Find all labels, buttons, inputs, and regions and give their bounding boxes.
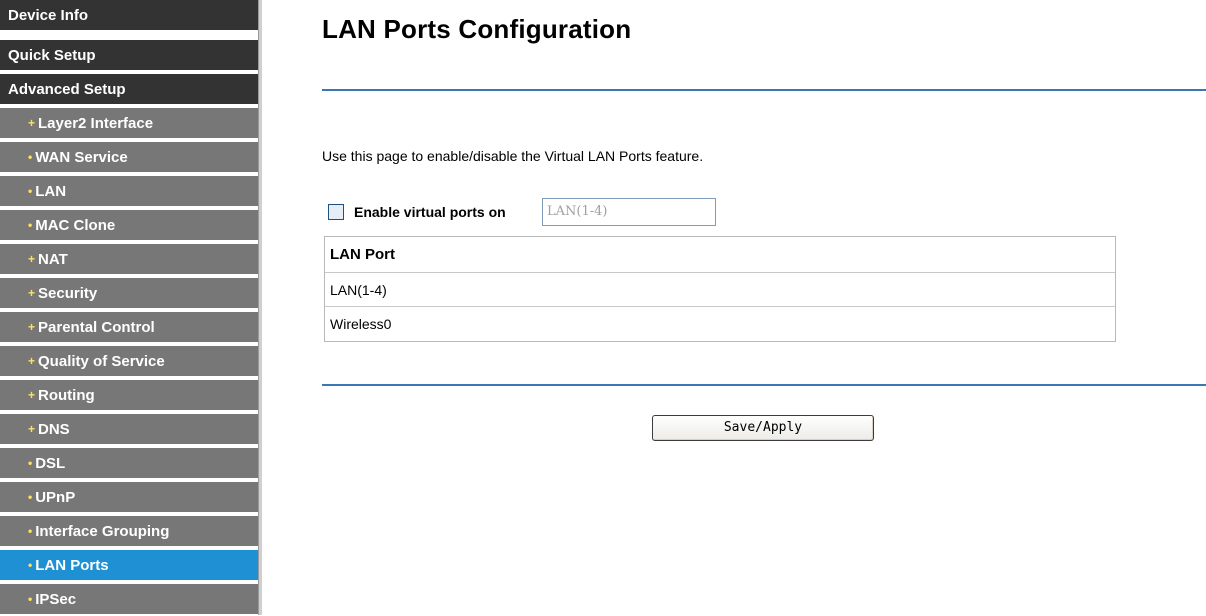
nav-nat[interactable]: + NAT [0, 244, 258, 276]
nav-quality-of-service[interactable]: + Quality of Service [0, 346, 258, 378]
plus-icon: + [28, 286, 36, 300]
nav-label: MAC Clone [35, 217, 116, 234]
nav-label: NAT [38, 251, 68, 268]
bullet-icon: • [28, 218, 33, 232]
enable-virtual-ports-checkbox[interactable] [328, 204, 344, 220]
bullet-icon: • [28, 524, 33, 538]
nav-routing[interactable]: + Routing [0, 380, 258, 412]
nav-label: UPnP [35, 489, 76, 506]
nav-wan-service[interactable]: • WAN Service [0, 142, 258, 174]
enable-virtual-ports-label: Enable virtual ports on [354, 204, 506, 220]
bullet-icon: • [28, 558, 33, 572]
nav-device-info[interactable]: Device Info [0, 0, 258, 32]
nav-label: Layer2 Interface [38, 115, 154, 132]
top-divider [322, 89, 1206, 91]
nav-ipsec[interactable]: • IPSec [0, 584, 258, 616]
plus-icon: + [28, 388, 36, 402]
nav-lan-ports[interactable]: • LAN Ports [0, 550, 258, 582]
nav-label: Quality of Service [38, 353, 165, 370]
nav-layer2-interface[interactable]: + Layer2 Interface [0, 108, 258, 140]
lan-port-table: LAN Port LAN(1-4) Wireless0 [324, 236, 1116, 342]
nav-upnp[interactable]: • UPnP [0, 482, 258, 514]
plus-icon: + [28, 320, 36, 334]
bullet-icon: • [28, 592, 33, 606]
nav-lan[interactable]: • LAN [0, 176, 258, 208]
nav-mac-clone[interactable]: • MAC Clone [0, 210, 258, 242]
nav-security[interactable]: + Security [0, 278, 258, 310]
bottom-divider [322, 384, 1206, 386]
nav-label: IPSec [35, 591, 77, 608]
nav-label: Parental Control [38, 319, 155, 336]
plus-icon: + [28, 422, 36, 436]
page-title: LAN Ports Configuration [322, 14, 632, 44]
virtual-port-select[interactable]: LAN(1-4) [542, 198, 716, 226]
main-content: LAN Ports Configuration Use this page to… [262, 0, 1206, 615]
page-description: Use this page to enable/disable the Virt… [322, 148, 704, 164]
nav-label: Routing [38, 387, 95, 404]
bullet-icon: • [28, 456, 33, 470]
nav-advanced-setup[interactable]: Advanced Setup [0, 74, 258, 106]
bullet-icon: • [28, 150, 33, 164]
nav-label: Interface Grouping [35, 523, 170, 540]
nav-label: LAN Ports [35, 557, 109, 574]
save-apply-button[interactable]: Save/Apply [652, 415, 874, 441]
bullet-icon: • [28, 184, 33, 198]
nav-label: DSL [35, 455, 66, 472]
plus-icon: + [28, 116, 36, 130]
nav-interface-grouping[interactable]: • Interface Grouping [0, 516, 258, 548]
nav-dsl[interactable]: • DSL [0, 448, 258, 480]
bullet-icon: • [28, 490, 33, 504]
nav-label: Security [38, 285, 98, 302]
table-row: LAN(1-4) [325, 273, 1115, 307]
nav-quick-setup[interactable]: Quick Setup [0, 40, 258, 72]
nav-label: DNS [38, 421, 70, 438]
nav-parental-control[interactable]: + Parental Control [0, 312, 258, 344]
table-row: Wireless0 [330, 316, 392, 332]
plus-icon: + [28, 252, 36, 266]
table-header: LAN Port [325, 237, 1115, 273]
nav-label: LAN [35, 183, 67, 200]
sidebar-nav: Device Info Quick Setup Advanced Setup +… [0, 0, 258, 616]
nav-label: WAN Service [35, 149, 128, 166]
plus-icon: + [28, 354, 36, 368]
nav-dns[interactable]: + DNS [0, 414, 258, 446]
